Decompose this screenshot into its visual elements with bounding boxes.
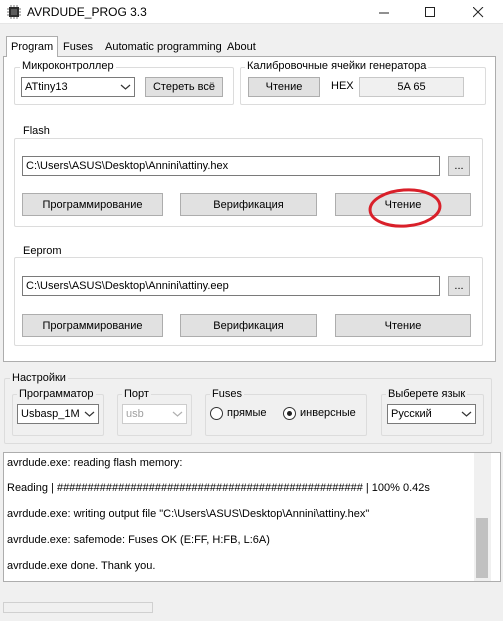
hex-label: HEX — [331, 80, 354, 92]
console-line: avrdude.exe done. Thank you. — [7, 560, 156, 572]
flash-path-input[interactable]: C:\Users\ASUS\Desktop\Annini\attiny.hex — [22, 156, 440, 176]
eeprom-path-input[interactable]: C:\Users\ASUS\Desktop\Annini\attiny.eep — [22, 276, 440, 296]
eeprom-program-button[interactable]: Программирование — [22, 314, 163, 337]
programmer-select[interactable]: Usbasp_1M — [17, 404, 99, 424]
console-log[interactable]: avrdude.exe: reading flash memory: Readi… — [3, 452, 501, 582]
mcu-select-value: ATtiny13 — [25, 81, 68, 93]
fuses-inverse-label: инверсные — [300, 407, 356, 419]
fuses-direct-label: прямые — [227, 407, 267, 419]
window-title: AVRDUDE_PROG 3.3 — [27, 5, 147, 19]
hex-value: 5A 65 — [359, 77, 464, 97]
minimize-icon — [378, 12, 389, 13]
close-icon — [472, 6, 483, 17]
highlight-circle — [368, 188, 442, 228]
chevron-down-icon — [120, 84, 131, 90]
eeprom-group-label: Eeprom — [21, 245, 64, 257]
fuses-direct-radio[interactable]: прямые — [210, 407, 270, 421]
eeprom-browse-button[interactable]: ... — [448, 276, 470, 296]
eeprom-read-button[interactable]: Чтение — [335, 314, 471, 337]
console-line: Reading | ##############################… — [7, 482, 430, 494]
eeprom-verify-button[interactable]: Верификация — [180, 314, 317, 337]
calibration-read-button[interactable]: Чтение — [248, 77, 320, 97]
calibration-group-label: Калибровочные ячейки генератора — [245, 60, 429, 72]
app-icon — [7, 5, 21, 19]
console-line: avrdude.exe: writing output file "C:\Use… — [7, 508, 370, 520]
flash-group-label: Flash — [21, 125, 52, 137]
fuses-inverse-radio[interactable]: инверсные — [283, 407, 363, 421]
close-button[interactable] — [453, 0, 503, 24]
minimize-button[interactable] — [361, 0, 407, 24]
chevron-down-icon — [172, 411, 183, 417]
radio-unchecked-icon — [210, 407, 223, 420]
console-scrollbar-thumb[interactable] — [476, 518, 488, 578]
mcu-group-label: Микроконтроллер — [20, 60, 116, 72]
flash-browse-button[interactable]: ... — [448, 156, 470, 176]
fuses-label: Fuses — [210, 388, 244, 400]
tab-fuses[interactable]: Fuses — [58, 38, 98, 56]
programmer-select-value: Usbasp_1M — [21, 408, 80, 420]
programmer-label: Программатор — [17, 388, 96, 400]
maximize-button[interactable] — [407, 0, 453, 24]
maximize-icon — [424, 6, 435, 17]
chevron-down-icon — [84, 411, 95, 417]
radio-checked-icon — [283, 407, 296, 420]
console-line: avrdude.exe: safemode: Fuses OK (E:FF, H… — [7, 534, 270, 546]
tab-program[interactable]: Program — [6, 36, 59, 57]
language-select-value: Русский — [391, 408, 432, 420]
language-select[interactable]: Русский — [387, 404, 476, 424]
flash-program-button[interactable]: Программирование — [22, 193, 163, 216]
mcu-select[interactable]: ATtiny13 — [21, 77, 135, 97]
port-select-value: usb — [126, 408, 144, 420]
settings-group-label: Настройки — [10, 372, 68, 384]
language-label: Выберете язык — [386, 388, 468, 400]
port-label: Порт — [122, 388, 151, 400]
tab-automatic-programming[interactable]: Automatic programming — [100, 38, 227, 56]
port-select[interactable]: usb — [122, 404, 187, 424]
flash-verify-button[interactable]: Верификация — [180, 193, 317, 216]
progress-bar — [3, 602, 153, 613]
erase-all-button[interactable]: Стереть всё — [145, 77, 223, 97]
tab-about[interactable]: About — [222, 38, 261, 56]
chevron-down-icon — [461, 411, 472, 417]
console-line: avrdude.exe: reading flash memory: — [7, 457, 183, 469]
